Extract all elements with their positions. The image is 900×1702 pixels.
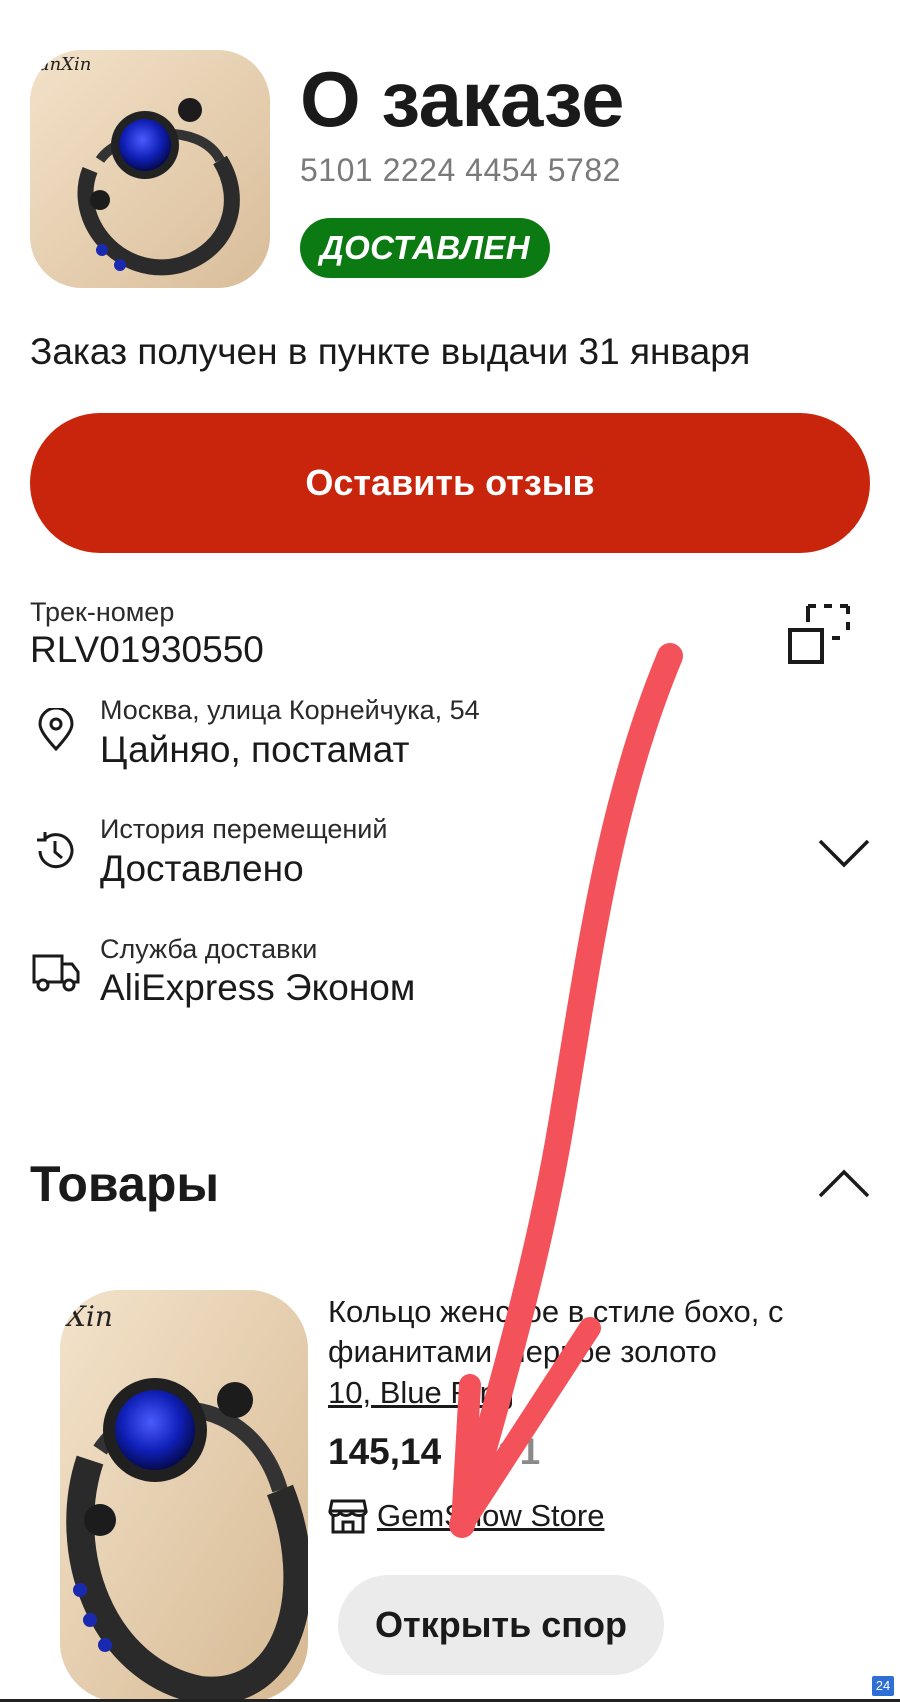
open-dispute-button[interactable]: Открыть спор [338,1575,664,1675]
chevron-up-icon[interactable] [816,1166,872,1200]
status-badge: ДОСТАВЛЕН [300,218,550,278]
history-icon [32,828,76,872]
page-title: О заказе [300,55,624,143]
delivery-service-name: AliExpress Эконом [100,967,416,1008]
product-image[interactable]: Xin [60,1290,308,1702]
order-product-thumbnail[interactable]: unXin [30,50,270,288]
tracking-number: RLV01930550 [30,629,264,670]
corner-badge: 24 [872,1676,894,1696]
copy-icon[interactable] [788,602,852,666]
store-icon [328,1497,368,1535]
tracking-label: Трек-номер [30,597,175,627]
chevron-down-icon[interactable] [816,835,872,869]
store-link[interactable]: GemShow Store [377,1496,604,1536]
order-number: 5101 2224 4454 5782 [300,152,621,188]
location-pin-icon [34,706,78,752]
history-status: Доставлено [100,848,304,889]
delivery-service-label: Служба доставки [100,934,318,964]
leave-review-button[interactable]: Оставить отзыв [30,413,870,553]
pickup-address: Москва, улица Корнейчука, 54 [100,695,480,725]
brand-logo-text: Xin [66,1300,113,1333]
products-section-title: Товары [30,1156,220,1212]
product-price: 145,14 [328,1431,442,1472]
pickup-point-name: Цайняо, постамат [100,729,410,770]
history-label: История перемещений [100,814,388,844]
received-status-text: Заказ получен в пункте выдачи 31 января [30,331,751,372]
brand-logo-text: unXin [38,54,92,75]
product-quantity: ×1 [498,1431,541,1472]
product-title[interactable]: Кольцо женское в стиле бохо, с фианитами… [328,1292,868,1372]
product-variant: 10, Blue Ring [328,1375,515,1410]
truck-icon [32,950,80,994]
